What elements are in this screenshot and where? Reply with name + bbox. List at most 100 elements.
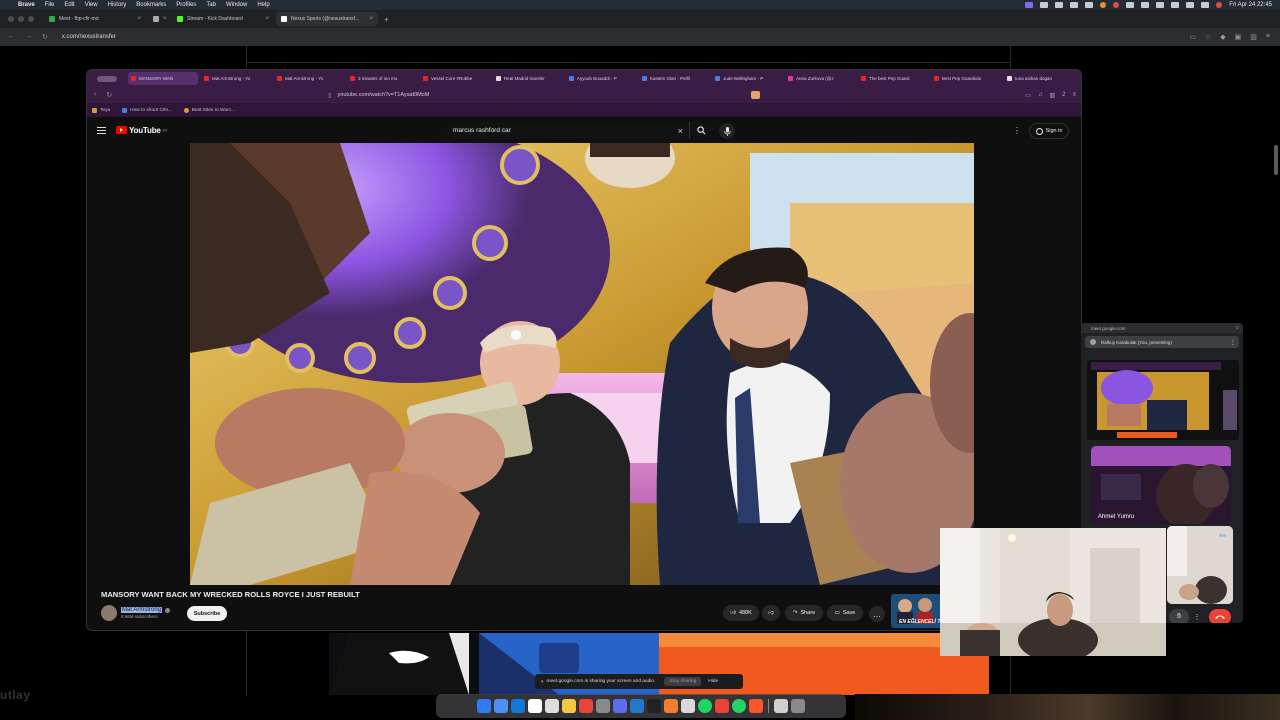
menu-edit[interactable]: Edit — [64, 2, 74, 8]
calendar-icon[interactable] — [528, 699, 542, 713]
downloads-icon[interactable] — [774, 699, 788, 713]
app-store-icon[interactable] — [511, 699, 525, 713]
more-actions-button[interactable]: … — [869, 606, 885, 622]
outer-tab[interactable]: × — [148, 12, 170, 26]
next-video-thumbnail[interactable]: EN EĞLENCELİ T — [891, 594, 941, 628]
bookmark-item[interactable]: Best Sites to Warc... — [183, 107, 235, 113]
forward-icon[interactable]: → — [25, 33, 32, 41]
youtube-logo[interactable]: YouTube PT — [116, 126, 168, 135]
tab-count[interactable]: 2 — [1062, 92, 1065, 99]
inner-tab[interactable]: The best Pep Guard — [858, 72, 928, 85]
bookmark-item[interactable]: Teya — [92, 107, 110, 113]
status-icon[interactable] — [1156, 2, 1165, 8]
brave-icon[interactable] — [749, 699, 763, 713]
shields-icon[interactable]: ◆ — [1220, 33, 1225, 41]
bookmark-star-icon[interactable]: ☆ — [1205, 33, 1211, 41]
shared-screen-preview[interactable] — [1087, 360, 1239, 440]
bookmark-item[interactable]: How to shoot CIN... — [122, 107, 172, 113]
extensions-icon[interactable]: ▣ — [1235, 33, 1242, 41]
clock[interactable]: Fri Apr 24 22:45 — [1229, 2, 1272, 8]
inner-tab[interactable]: tuna asihan dogan — [1004, 72, 1074, 85]
hide-button[interactable]: Hide — [704, 679, 722, 684]
search-input[interactable]: marcus rashford car × — [447, 122, 713, 139]
inner-tab-active[interactable]: MANSORY WAN — [128, 72, 198, 85]
wifi-icon[interactable] — [1171, 2, 1180, 8]
more-options-icon[interactable]: ⋮ — [1230, 339, 1236, 346]
status-icon[interactable] — [1100, 2, 1107, 8]
menu-window[interactable]: Window — [226, 2, 247, 8]
menu-file[interactable]: File — [45, 2, 55, 8]
chrome-icon[interactable] — [579, 699, 593, 713]
pause-icon[interactable]: ⏸︎ — [541, 679, 544, 685]
close-icon[interactable]: × — [265, 16, 269, 22]
back-icon[interactable]: ← — [8, 33, 15, 41]
status-icon[interactable] — [1126, 2, 1135, 8]
self-camera-view[interactable] — [940, 528, 1166, 656]
bookmark-icon[interactable]: ▯ — [328, 92, 331, 99]
menu-icon[interactable]: ≡ — [1072, 92, 1076, 99]
video-player[interactable] — [190, 143, 974, 585]
terminal-icon[interactable] — [647, 699, 661, 713]
sidebar-icon[interactable]: ▥ — [1250, 33, 1257, 41]
menu-icon[interactable]: ≡ — [1266, 33, 1270, 41]
notes-icon[interactable] — [545, 699, 559, 713]
close-icon[interactable]: × — [369, 16, 373, 22]
status-icon[interactable] — [1070, 2, 1079, 8]
settings-icon[interactable] — [596, 699, 610, 713]
share-button[interactable]: ↷ Share — [785, 605, 823, 621]
leave-call-button[interactable] — [1209, 609, 1231, 623]
inner-tab[interactable]: Vessel Core #Rubbe — [420, 72, 490, 85]
inner-tab[interactable]: Mat Armstrong - Yo — [274, 72, 344, 85]
menu-bookmarks[interactable]: Bookmarks — [136, 2, 166, 8]
user-icon[interactable] — [1216, 2, 1223, 8]
reader-icon[interactable]: ▭ — [1025, 92, 1031, 99]
inner-tab[interactable]: Kastem Glari - Perfil — [639, 72, 709, 85]
clear-icon[interactable]: × — [678, 126, 683, 136]
spotify-icon[interactable] — [698, 699, 712, 713]
inner-tab[interactable]: Real Madrid transfer — [493, 72, 563, 85]
settings-more-icon[interactable]: ⋮ — [1013, 127, 1021, 135]
discord-icon[interactable] — [613, 699, 627, 713]
reload-icon[interactable]: ↻ — [42, 33, 48, 41]
back-icon[interactable]: ‹ — [94, 91, 96, 99]
search-icon[interactable] — [1186, 2, 1195, 8]
control-center-icon[interactable] — [1201, 2, 1210, 8]
close-icon[interactable]: ○ — [1235, 325, 1239, 331]
window-controls[interactable] — [97, 75, 117, 82]
menu-view[interactable]: View — [85, 2, 98, 8]
menu-help[interactable]: Help — [257, 2, 269, 8]
status-icon[interactable] — [1040, 2, 1049, 8]
app-menu[interactable]: Brave — [18, 2, 35, 8]
menu-tab[interactable]: Tab — [206, 2, 216, 8]
menu-profiles[interactable]: Profiles — [176, 2, 196, 8]
voice-search-button[interactable] — [719, 123, 735, 139]
url-field[interactable]: x.com/nexustransfer — [62, 34, 116, 40]
trash-icon[interactable] — [791, 699, 805, 713]
outer-tab-active[interactable]: Nexus Sports (@nexustransf... × — [276, 12, 378, 26]
status-icon[interactable] — [1085, 2, 1094, 8]
record-icon[interactable] — [1113, 2, 1120, 8]
channel-name[interactable]: Mat Armstrong — [121, 607, 163, 613]
safari-icon[interactable] — [494, 699, 508, 713]
participant-tile[interactable]: Ahmet Yumru — [1091, 446, 1231, 524]
outer-tab[interactable]: Meet - fbp-cfir-mic × — [44, 12, 146, 26]
blender-icon[interactable] — [664, 699, 678, 713]
sign-in-button[interactable]: Sign in — [1029, 123, 1069, 139]
status-icon[interactable] — [1055, 2, 1064, 8]
more-options-button[interactable]: ⋮ — [1191, 609, 1203, 623]
close-icon[interactable]: × — [163, 16, 167, 22]
stop-sharing-button[interactable]: Stop sharing — [664, 677, 702, 686]
inner-tab[interactable]: Jude Bellingham - P — [712, 72, 782, 85]
outer-tab[interactable]: Stream - Kick Dashboard × — [172, 12, 274, 26]
url-field[interactable]: youtube.com/watch?v=T1Aysat0MoM — [338, 92, 430, 98]
vscode-icon[interactable] — [630, 699, 644, 713]
dislike-button[interactable]: 👎︎ — [762, 605, 780, 621]
channel-avatar[interactable] — [101, 605, 117, 621]
sidebar-icon[interactable]: ▥ — [1049, 92, 1055, 99]
reload-icon[interactable]: ↻ — [106, 91, 112, 99]
inner-tab[interactable]: 3 minutes of ieo mo — [347, 72, 417, 85]
subscribe-button[interactable]: Subscribe — [187, 606, 227, 621]
inner-tab[interactable]: Ayyoub Bouaddi - P — [566, 72, 636, 85]
whatsapp-icon[interactable] — [732, 699, 746, 713]
cast-icon[interactable]: ▭ — [1189, 33, 1196, 41]
